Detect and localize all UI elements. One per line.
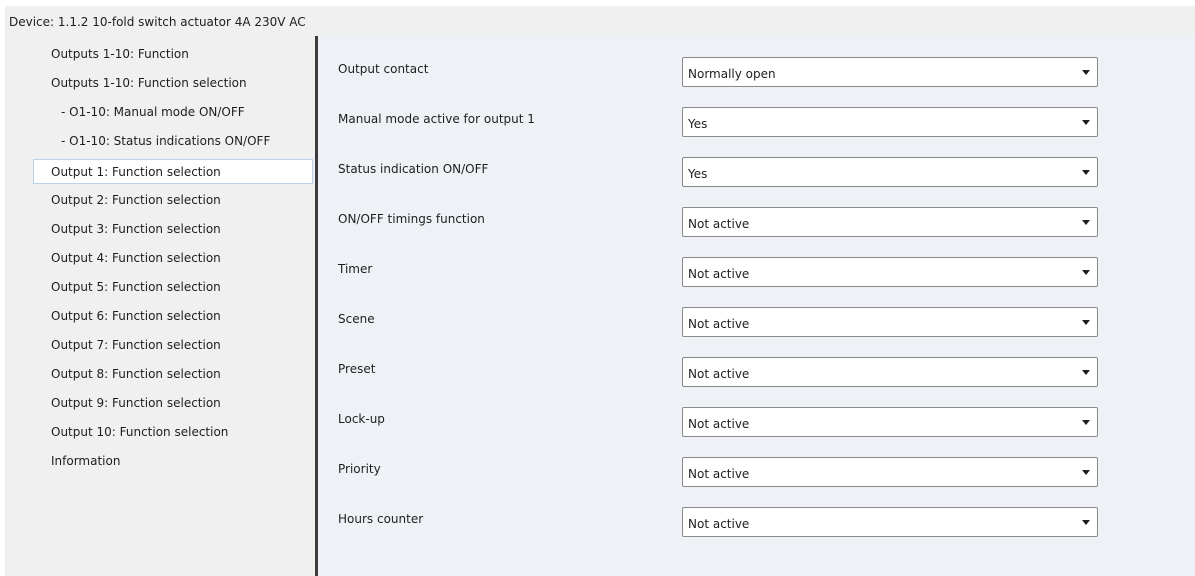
chevron-down-icon[interactable] — [1082, 370, 1090, 375]
param-label-status-indication: Status indication ON/OFF — [338, 162, 489, 176]
sidebar-item-output-10[interactable]: Output 10: Function selection — [51, 420, 228, 444]
chevron-down-icon[interactable] — [1082, 220, 1090, 225]
sidebar-item-output-6[interactable]: Output 6: Function selection — [51, 304, 221, 328]
onoff-timings-select[interactable]: Not active — [682, 207, 1098, 237]
sidebar-item-status-indications[interactable]: - O1-10: Status indications ON/OFF — [61, 129, 270, 153]
select-value: Not active — [688, 417, 750, 431]
sidebar-item-output-1[interactable]: Output 1: Function selection — [33, 159, 313, 184]
priority-select[interactable]: Not active — [682, 457, 1098, 487]
sidebar-item-output-8[interactable]: Output 8: Function selection — [51, 362, 221, 386]
sidebar: Outputs 1-10: Function Outputs 1-10: Fun… — [5, 36, 315, 576]
sidebar-item-output-5[interactable]: Output 5: Function selection — [51, 275, 221, 299]
sidebar-item-outputs-function[interactable]: Outputs 1-10: Function — [51, 42, 189, 66]
status-indication-select[interactable]: Yes — [682, 157, 1098, 187]
select-value: Not active — [688, 367, 750, 381]
timer-select[interactable]: Not active — [682, 257, 1098, 287]
param-label-priority: Priority — [338, 462, 381, 476]
select-value: Not active — [688, 517, 750, 531]
sidebar-item-output-3[interactable]: Output 3: Function selection — [51, 217, 221, 241]
window-title: Device: 1.1.2 10-fold switch actuator 4A… — [5, 6, 1195, 36]
sidebar-item-manual-mode[interactable]: - O1-10: Manual mode ON/OFF — [61, 100, 245, 124]
sidebar-item-information[interactable]: Information — [51, 449, 120, 473]
param-label-onoff-timings: ON/OFF timings function — [338, 212, 485, 226]
sidebar-item-output-9[interactable]: Output 9: Function selection — [51, 391, 221, 415]
output-contact-select[interactable]: Normally open — [682, 57, 1098, 87]
hours-counter-select[interactable]: Not active — [682, 507, 1098, 537]
param-label-hours-counter: Hours counter — [338, 512, 424, 526]
chevron-down-icon[interactable] — [1082, 520, 1090, 525]
param-label-scene: Scene — [338, 312, 375, 326]
select-value: Yes — [688, 167, 708, 181]
parameter-panel: Output contact Normally open Manual mode… — [318, 36, 1195, 576]
select-value: Normally open — [688, 67, 776, 81]
select-value: Yes — [688, 117, 708, 131]
chevron-down-icon[interactable] — [1082, 420, 1090, 425]
param-label-lock-up: Lock-up — [338, 412, 385, 426]
param-label-manual-mode: Manual mode active for output 1 — [338, 112, 535, 126]
lock-up-select[interactable]: Not active — [682, 407, 1098, 437]
chevron-down-icon[interactable] — [1082, 120, 1090, 125]
scene-select[interactable]: Not active — [682, 307, 1098, 337]
sidebar-item-output-4[interactable]: Output 4: Function selection — [51, 246, 221, 270]
sidebar-item-output-2[interactable]: Output 2: Function selection — [51, 188, 221, 212]
manual-mode-select[interactable]: Yes — [682, 107, 1098, 137]
preset-select[interactable]: Not active — [682, 357, 1098, 387]
param-label-timer: Timer — [338, 262, 373, 276]
param-label-output-contact: Output contact — [338, 62, 429, 76]
select-value: Not active — [688, 267, 750, 281]
param-label-preset: Preset — [338, 362, 376, 376]
sidebar-item-outputs-function-selection[interactable]: Outputs 1-10: Function selection — [51, 71, 247, 95]
select-value: Not active — [688, 217, 750, 231]
select-value: Not active — [688, 317, 750, 331]
select-value: Not active — [688, 467, 750, 481]
sidebar-item-output-7[interactable]: Output 7: Function selection — [51, 333, 221, 357]
chevron-down-icon[interactable] — [1082, 320, 1090, 325]
chevron-down-icon[interactable] — [1082, 170, 1090, 175]
chevron-down-icon[interactable] — [1082, 470, 1090, 475]
chevron-down-icon[interactable] — [1082, 70, 1090, 75]
chevron-down-icon[interactable] — [1082, 270, 1090, 275]
